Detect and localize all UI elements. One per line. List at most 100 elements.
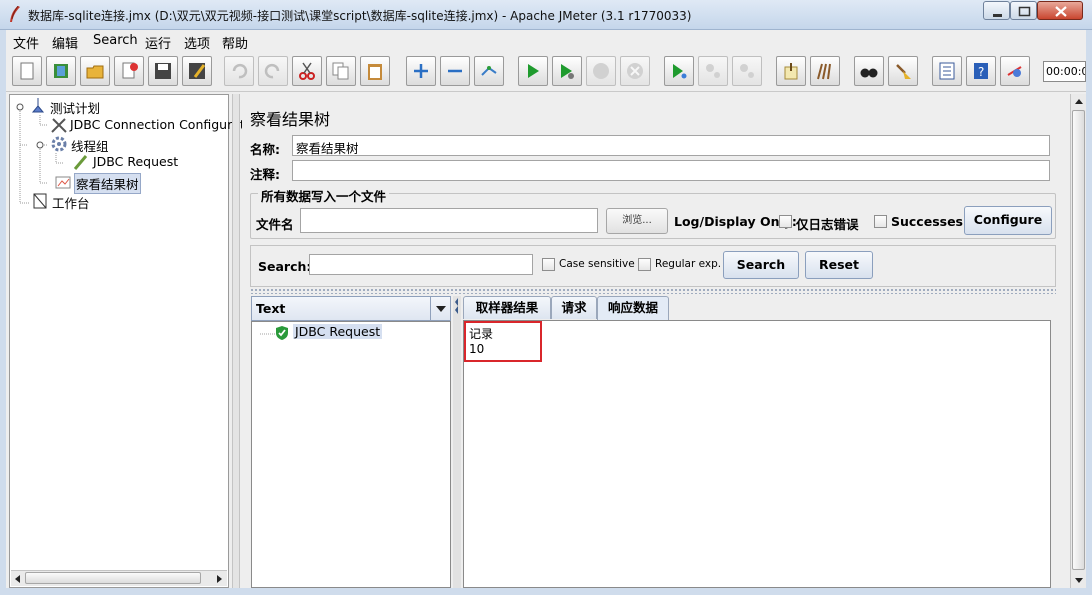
- errors-only-checkbox[interactable]: [779, 215, 792, 228]
- start-button[interactable]: [518, 56, 548, 86]
- stop-button[interactable]: [586, 56, 616, 86]
- tab-sampler-result[interactable]: 取样器结果: [463, 296, 551, 319]
- expand-button[interactable]: [406, 56, 436, 86]
- renderer-value: Text: [256, 301, 286, 316]
- panel-scroll-thumb[interactable]: [1072, 110, 1085, 570]
- search-button[interactable]: [854, 56, 884, 86]
- regex-checkbox[interactable]: [638, 258, 651, 271]
- undo-icon: [232, 63, 248, 79]
- shutdown-button[interactable]: [620, 56, 650, 86]
- reset-search-button[interactable]: [888, 56, 918, 86]
- workbench-icon: [33, 193, 47, 209]
- scroll-right-icon: [217, 575, 222, 583]
- close-icon: [1055, 6, 1067, 17]
- cut-icon: [299, 62, 315, 80]
- copy-button[interactable]: [326, 56, 356, 86]
- successes-label: Successes: [891, 214, 963, 229]
- new-button[interactable]: [12, 56, 42, 86]
- browse-button[interactable]: 浏览...: [606, 208, 668, 234]
- save-button[interactable]: [148, 56, 178, 86]
- write-to-file-title: 所有数据写入一个文件: [258, 186, 390, 205]
- panel-title: 察看结果树: [250, 110, 331, 129]
- tab-response-data[interactable]: 响应数据: [597, 296, 669, 320]
- paste-button[interactable]: [360, 56, 390, 86]
- maximize-icon: [1018, 6, 1031, 17]
- open-button[interactable]: [80, 56, 110, 86]
- remote-stop-icon: [706, 64, 720, 78]
- close-file-icon: [122, 62, 138, 79]
- elapsed-timer: 00:00:00: [1043, 61, 1086, 82]
- filename-field[interactable]: [300, 208, 598, 233]
- remote-shutdown-icon: [740, 64, 754, 78]
- minimize-button[interactable]: [983, 1, 1010, 20]
- name-field[interactable]: 察看结果树: [292, 135, 1050, 156]
- start-icon: [528, 64, 539, 78]
- lower-split-divider[interactable]: [250, 288, 1056, 294]
- tree-scroll-thumb[interactable]: [25, 572, 201, 584]
- case-sensitive-checkbox[interactable]: [542, 258, 555, 271]
- search-input[interactable]: [309, 254, 533, 275]
- search-icon: [860, 68, 878, 78]
- successes-checkbox[interactable]: [874, 215, 887, 228]
- menu-help[interactable]: 帮助: [222, 33, 248, 52]
- tree-horizontal-scrollbar[interactable]: [11, 570, 227, 586]
- toolbar: ? 00:00:00: [6, 52, 1086, 92]
- menu-edit[interactable]: 编辑: [52, 33, 78, 52]
- renderer-dropdown-toggle[interactable]: [430, 297, 450, 320]
- search-reset-button[interactable]: Reset: [805, 251, 873, 279]
- search-submit-button[interactable]: Search: [723, 251, 799, 279]
- panel-vertical-scrollbar[interactable]: [1070, 94, 1086, 588]
- close-file-button[interactable]: [114, 56, 144, 86]
- thread-group-icon: [51, 136, 67, 152]
- logger-button[interactable]: [1000, 56, 1030, 86]
- copy-icon: [332, 62, 349, 80]
- test-plan-tree: 测试计划 JDBC Connection Configuration 线程组 J…: [9, 94, 264, 588]
- logger-icon: [1007, 66, 1022, 77]
- cut-button[interactable]: [292, 56, 322, 86]
- menu-run[interactable]: 运行: [145, 33, 171, 52]
- remote-start-icon: [673, 64, 687, 79]
- menu-options[interactable]: 选项: [184, 33, 210, 52]
- templates-icon: [54, 64, 68, 78]
- response-line-value: 10: [469, 342, 485, 356]
- redo-button[interactable]: [258, 56, 288, 86]
- function-helper-button[interactable]: [932, 56, 962, 86]
- toggle-button[interactable]: [474, 56, 504, 86]
- name-label: 名称:: [250, 142, 280, 157]
- remote-stop-button[interactable]: [698, 56, 728, 86]
- templates-button[interactable]: [46, 56, 76, 86]
- undo-button[interactable]: [224, 56, 254, 86]
- clear-icon: [784, 63, 798, 80]
- help-button[interactable]: ?: [966, 56, 996, 86]
- comment-field[interactable]: [292, 160, 1050, 181]
- new-icon: [20, 62, 34, 80]
- scroll-left-icon: [15, 575, 20, 583]
- renderer-select[interactable]: Text: [251, 296, 451, 321]
- menu-file[interactable]: 文件: [13, 33, 39, 52]
- menu-search[interactable]: Search: [93, 33, 138, 48]
- tab-request[interactable]: 请求: [551, 296, 597, 319]
- configure-button[interactable]: Configure: [964, 206, 1052, 235]
- title-bar: 数据库-sqlite连接.jmx (D:\双元\双元视频-接口测试\课堂scri…: [0, 0, 1092, 30]
- clear-button[interactable]: [776, 56, 806, 86]
- close-button[interactable]: [1037, 1, 1083, 20]
- search-label: Search:: [258, 259, 312, 274]
- collapse-button[interactable]: [440, 56, 470, 86]
- remote-shutdown-button[interactable]: [732, 56, 762, 86]
- remote-start-button[interactable]: [664, 56, 694, 86]
- clear-all-button[interactable]: [810, 56, 840, 86]
- config-element-icon: [51, 118, 67, 133]
- start-no-pause-icon: [561, 64, 574, 79]
- response-data-area[interactable]: 记录 10: [463, 320, 1051, 588]
- response-line-header: 记录: [469, 327, 494, 341]
- expand-icon: [414, 64, 428, 78]
- svg-text:?: ?: [978, 65, 984, 79]
- main-split-divider[interactable]: [232, 94, 240, 588]
- results-split-divider[interactable]: [453, 296, 461, 588]
- maximize-button[interactable]: [1010, 1, 1037, 20]
- window-title: 数据库-sqlite连接.jmx (D:\双元\双元视频-接口测试\课堂scri…: [28, 9, 692, 23]
- save-as-button[interactable]: [182, 56, 212, 86]
- success-shield-icon: [276, 326, 288, 340]
- collapse-icon: [448, 69, 462, 73]
- start-no-pause-button[interactable]: [552, 56, 582, 86]
